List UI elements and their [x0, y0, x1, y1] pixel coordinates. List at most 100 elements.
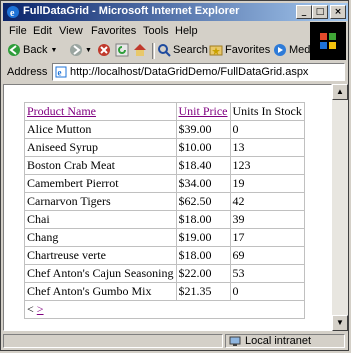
stop-button[interactable] [97, 43, 111, 57]
grid-header-row: Product Name Unit Price Units In Stock [24, 102, 305, 121]
table-row: Chef Anton's Gumbo Mix $21.35 0 [24, 282, 305, 301]
media-button[interactable]: Media [273, 43, 319, 57]
svg-text:e: e [10, 8, 15, 19]
grid-header-cell[interactable]: Unit Price [175, 102, 231, 121]
table-cell: $18.40 [175, 156, 231, 175]
sort-link[interactable]: Unit Price [179, 104, 228, 118]
table-cell: $18.00 [175, 246, 231, 265]
pager-next-link[interactable]: > [37, 302, 44, 316]
table-cell: Aniseed Syrup [24, 138, 177, 157]
browser-window: e FullDataGrid - Microsoft Internet Expl… [0, 0, 349, 351]
table-cell: Chartreuse verte [24, 246, 177, 265]
table-cell: 69 [229, 246, 305, 265]
table-cell: $22.00 [175, 264, 231, 283]
forward-arrow-icon [70, 44, 82, 56]
table-cell: $34.00 [175, 174, 231, 193]
menu-view[interactable]: View [59, 25, 83, 37]
table-cell: $39.00 [175, 120, 231, 139]
pager-cell: < > [24, 300, 305, 319]
search-icon [158, 44, 171, 57]
page-icon: e [55, 66, 67, 78]
maximize-button[interactable]: □ [312, 5, 328, 19]
home-icon [134, 44, 146, 56]
menu-favorites[interactable]: Favorites [91, 25, 136, 37]
minimize-button[interactable]: _ [296, 5, 312, 19]
back-button[interactable]: Back ▼ [7, 43, 57, 57]
menu-file[interactable]: File [9, 25, 27, 37]
vertical-scrollbar[interactable]: ▲ ▼ [332, 84, 348, 331]
menu-tools[interactable]: Tools [143, 25, 169, 37]
grid-header-cell: Units In Stock [229, 102, 305, 121]
menu-bar: File Edit View Favorites Tools Help [3, 22, 348, 40]
sort-link[interactable]: Product Name [27, 104, 96, 118]
table-cell: Chef Anton's Gumbo Mix [24, 282, 177, 301]
svg-text:e: e [58, 68, 62, 78]
table-cell: $19.00 [175, 228, 231, 247]
media-icon [274, 44, 286, 56]
address-bar: Address e http://localhost/DataGridDemo/… [3, 62, 348, 82]
ie-logo-icon: e [7, 6, 19, 19]
table-cell: $18.00 [175, 210, 231, 229]
page-content: Product Name Unit Price Units In Stock Alic… [3, 84, 332, 331]
table-cell: Camembert Pierrot [24, 174, 177, 193]
pager-prev: < [27, 302, 34, 316]
data-grid: Product Name Unit Price Units In Stock Alic… [24, 102, 305, 319]
scroll-down-arrow-icon[interactable]: ▼ [332, 315, 348, 331]
toolbar: Back ▼ ▼ Search Favorites Media [3, 41, 319, 61]
table-row: Alice Mutton $39.00 0 [24, 120, 305, 139]
status-bar: Local intranet [3, 332, 348, 350]
home-button[interactable] [133, 43, 147, 57]
table-cell: $21.35 [175, 282, 231, 301]
chevron-down-icon: ▼ [85, 46, 92, 54]
table-cell: Chang [24, 228, 177, 247]
status-text-area [3, 334, 223, 348]
table-cell: Chai [24, 210, 177, 229]
table-cell: Carnarvon Tigers [24, 192, 177, 211]
pager-row: < > [24, 300, 305, 319]
address-url: http://localhost/DataGridDemo/FullDataGr… [70, 66, 309, 78]
table-row: Chai $18.00 39 [24, 210, 305, 229]
media-label: Media [289, 44, 319, 56]
favorites-button[interactable]: Favorites [209, 43, 270, 57]
close-button[interactable]: × [330, 5, 346, 19]
search-button[interactable]: Search [157, 43, 208, 57]
table-cell: Chef Anton's Cajun Seasoning [24, 264, 177, 283]
table-cell: 0 [229, 282, 305, 301]
table-cell: 13 [229, 138, 305, 157]
table-cell: Alice Mutton [24, 120, 177, 139]
chevron-down-icon: ▼ [50, 46, 58, 54]
table-cell: 39 [229, 210, 305, 229]
menu-help[interactable]: Help [175, 25, 198, 37]
table-cell: 53 [229, 264, 305, 283]
table-cell: 17 [229, 228, 305, 247]
table-cell: $10.00 [175, 138, 231, 157]
address-input[interactable]: e http://localhost/DataGridDemo/FullData… [52, 63, 345, 81]
table-row: Carnarvon Tigers $62.50 42 [24, 192, 305, 211]
menu-edit[interactable]: Edit [33, 25, 52, 37]
table-row: Boston Crab Meat $18.40 123 [24, 156, 305, 175]
table-cell: Boston Crab Meat [24, 156, 177, 175]
forward-button[interactable]: ▼ [69, 43, 92, 57]
favorites-icon [209, 45, 223, 56]
intranet-zone-icon [229, 336, 241, 346]
refresh-button[interactable] [115, 43, 129, 57]
window-title: FullDataGrid - Microsoft Internet Explor… [23, 5, 240, 17]
table-cell: 123 [229, 156, 305, 175]
address-label: Address [7, 66, 48, 78]
table-row: Aniseed Syrup $10.00 13 [24, 138, 305, 157]
grid-header-cell[interactable]: Product Name [24, 102, 177, 121]
security-zone-label: Local intranet [245, 335, 312, 347]
table-cell: 19 [229, 174, 305, 193]
back-label: Back [23, 44, 48, 56]
table-cell: $62.50 [175, 192, 231, 211]
search-label: Search [173, 44, 208, 56]
title-bar[interactable]: e FullDataGrid - Microsoft Internet Expl… [3, 3, 348, 21]
scroll-up-arrow-icon[interactable]: ▲ [332, 84, 348, 100]
back-arrow-icon [8, 44, 20, 56]
stop-icon [98, 44, 110, 56]
table-row: Chang $19.00 17 [24, 228, 305, 247]
refresh-icon [115, 43, 129, 57]
table-cell: 42 [229, 192, 305, 211]
table-row: Chartreuse verte $18.00 69 [24, 246, 305, 265]
favorites-label: Favorites [225, 44, 271, 56]
